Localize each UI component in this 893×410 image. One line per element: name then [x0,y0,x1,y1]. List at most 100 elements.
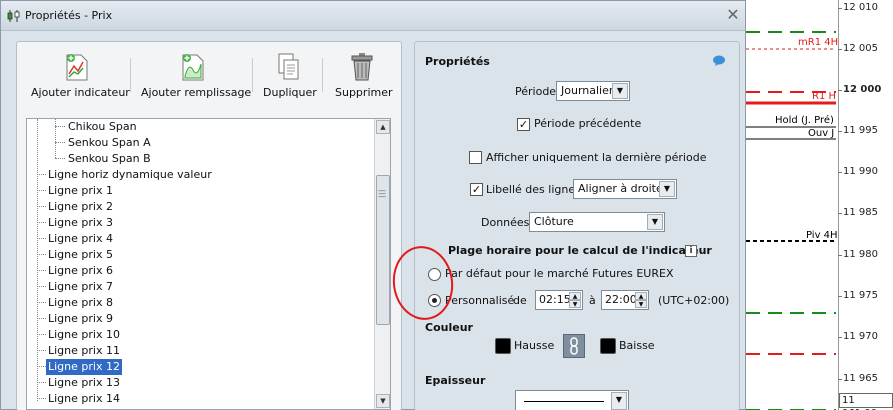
tick-label: 11 980 [843,249,878,260]
add-indicator-icon [66,54,88,81]
dialog-titlebar[interactable]: Propriétés - Prix ✕ [1,1,745,31]
tick-label: 12 005 [843,43,878,54]
toolbar-separator [252,58,253,92]
duplicate-icon [278,53,299,80]
level-label-r1: R1 H [812,91,837,102]
tree-item[interactable]: Ligne prix 11 [46,343,122,359]
thickness-title: Epaisseur [425,374,486,387]
tree-connector [37,286,46,287]
tree-item[interactable]: Ligne prix 2 [46,199,115,215]
level-label-mr1: mR1 4H [798,37,839,48]
to-label: à [589,294,596,307]
tree-connector [37,382,46,383]
scroll-down-arrow-icon[interactable]: ▼ [376,394,390,408]
add-fill-button[interactable]: Ajouter remplissage [141,52,252,108]
chart-candles-icon [7,10,20,22]
stepper-down-icon[interactable]: ▼ [569,300,581,308]
trash-icon [351,53,373,81]
tree-item[interactable]: Ligne prix 4 [46,231,115,247]
from-label: de [513,294,527,307]
add-fill-label: Ajouter remplissage [141,86,252,99]
tree-item[interactable]: Ligne prix 14 [46,391,122,407]
tree-item[interactable]: Senkou Span B [66,151,153,167]
toolbar-separator [130,58,131,92]
scrollbar-grip-icon: — — — [378,186,386,201]
tree-item[interactable]: Ligne prix 7 [46,279,115,295]
tree-item[interactable]: Ligne prix 13 [46,375,122,391]
data-select[interactable]: Clôture ▼ [529,212,665,232]
link-colors-button[interactable] [563,334,585,358]
data-label: Données [481,216,530,229]
tree-item-selected[interactable]: Ligne prix 12 [46,359,122,375]
close-button[interactable]: ✕ [725,7,741,23]
down-color-label: Baisse [619,339,655,352]
tick-label: 11 985 [843,207,878,218]
tick-label: 11 965 [843,373,878,384]
last-period-only-checkbox[interactable] [469,151,482,164]
to-time-stepper[interactable]: ▲ ▼ [635,292,647,308]
tree-item[interactable]: Ligne prix 3 [46,215,115,231]
tree-connector [37,350,46,351]
tick-mark [838,213,842,214]
chain-link-icon [570,337,578,355]
scroll-up-arrow-icon[interactable]: ▲ [376,120,390,134]
line-labels-align-value: Aligner à droite [578,182,663,195]
chevron-down-icon: ▼ [611,392,627,410]
tree-connector [37,270,46,271]
from-time-stepper[interactable]: ▲ ▼ [569,292,581,308]
indicator-tree[interactable]: Chikou Span Senkou Span A Senkou Span B … [26,118,391,410]
thickness-select[interactable]: ▼ [515,390,629,410]
add-indicator-button[interactable]: Ajouter indicateur [31,52,130,108]
indicator-list-panel: Ajouter indicateur Ajouter remplissage D… [16,41,402,410]
tree-item[interactable]: Ligne prix 10 [46,327,122,343]
tree-connector [37,318,46,319]
line-labels-checkbox[interactable]: ✓ [470,183,483,196]
period-select[interactable]: Journalier ▼ [556,81,630,101]
timezone-label: (UTC+02:00) [658,294,730,307]
tree-connector [37,302,46,303]
last-period-only-label: Afficher uniquement la dernière période [486,151,707,164]
delete-button[interactable]: Supprimer [335,52,393,108]
to-time-input[interactable]: 22:00 ▲ ▼ [601,290,649,310]
tree-item[interactable]: Chikou Span [66,119,139,135]
tree-item[interactable]: Ligne prix 1 [46,183,115,199]
tree-connector [37,398,46,399]
current-price-box: 11 961,00 [839,393,893,410]
info-icon[interactable]: i [685,245,697,257]
chevron-down-icon: ▼ [647,214,663,230]
tree-item[interactable]: Ligne horiz dynamique valeur [46,167,214,183]
tree-item[interactable]: Ligne prix 9 [46,311,115,327]
toolbar: Ajouter indicateur Ajouter remplissage D… [17,42,401,110]
tree-connector [55,142,65,143]
from-time-value: 02:15 [539,293,571,306]
stepper-up-icon[interactable]: ▲ [635,292,647,300]
level-label-piv: Piv 4H [806,230,838,241]
tree-item[interactable]: Ligne prix 6 [46,263,115,279]
tree-scrollbar[interactable]: ▲ — — — ▼ [374,119,390,409]
tree-item[interactable]: Ligne prix 5 [46,247,115,263]
up-color-swatch[interactable] [495,338,511,354]
price-axis[interactable] [838,0,893,410]
tick-label: 11 975 [843,290,878,301]
from-time-input[interactable]: 02:15 ▲ ▼ [535,290,583,310]
tree-connector [37,366,46,367]
previous-period-checkbox[interactable]: ✓ [517,118,530,131]
tree-connector [37,174,46,175]
tree-connector [37,238,46,239]
tick-mark [838,90,842,91]
stepper-up-icon[interactable]: ▲ [569,292,581,300]
properties-dialog: Propriétés - Prix ✕ Ajouter indicateur A… [0,0,746,410]
tick-label: 12 000 [843,84,882,95]
stepper-down-icon[interactable]: ▼ [635,300,647,308]
chevron-down-icon: ▼ [659,181,675,197]
speech-bubble-icon[interactable] [712,55,726,67]
tick-label: 11 970 [843,331,878,342]
duplicate-button[interactable]: Dupliquer [263,52,317,108]
tree-item[interactable]: Senkou Span A [66,135,153,151]
tree-item[interactable]: Ligne prix 8 [46,295,115,311]
line-labels-align-select[interactable]: Aligner à droite ▼ [573,179,677,199]
delete-label: Supprimer [335,86,393,99]
tick-mark [838,296,842,297]
level-label-ouv: Ouv J [808,128,835,139]
down-color-swatch[interactable] [600,338,616,354]
